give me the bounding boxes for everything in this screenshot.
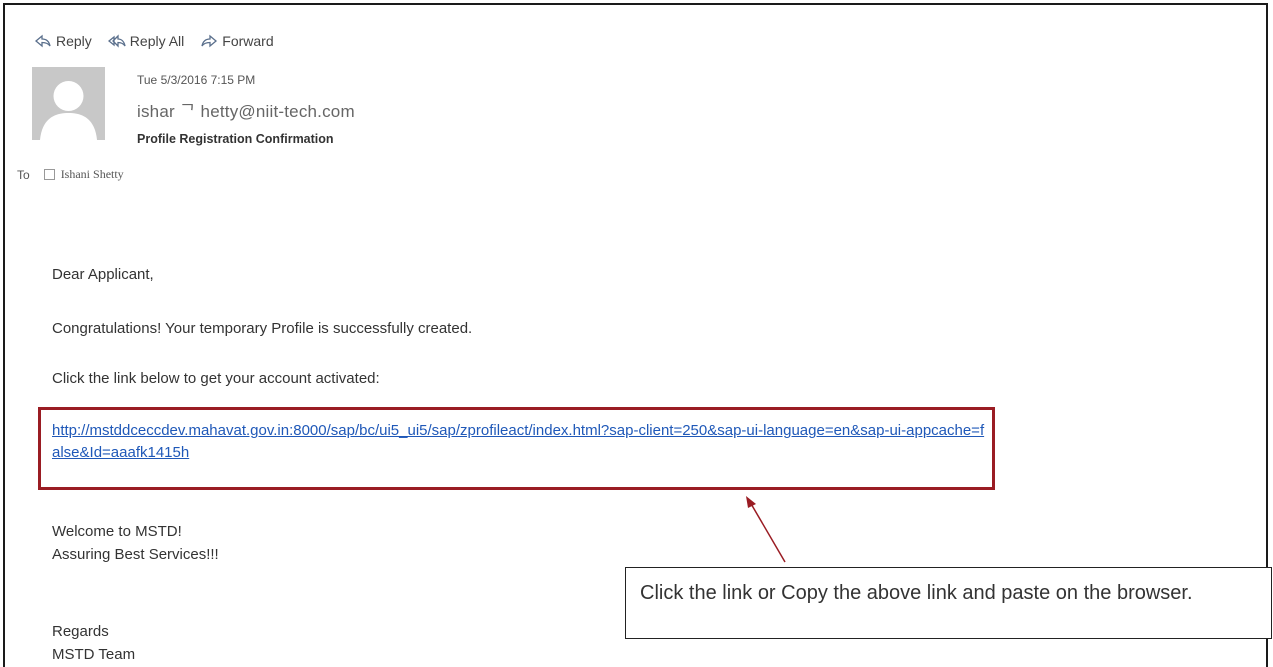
- to-label: To: [17, 167, 30, 182]
- greeting-text: Dear Applicant,: [52, 266, 154, 283]
- forward-button[interactable]: Forward: [200, 33, 274, 49]
- reply-icon: [34, 34, 51, 48]
- reply-all-label: Reply All: [129, 33, 185, 49]
- message-actions: Reply Reply All Forward: [34, 33, 274, 49]
- activation-link[interactable]: http://mstddceccdev.mahavat.gov.in:8000/…: [52, 420, 992, 464]
- person-icon: [32, 67, 105, 140]
- recipient-line: To Ishani Shetty: [17, 167, 124, 182]
- recipient-name[interactable]: Ishani Shetty: [61, 167, 124, 182]
- congrats-text: Congratulations! Your temporary Profile …: [52, 320, 473, 337]
- forward-label: Forward: [222, 33, 274, 49]
- sender-address[interactable]: ishar ᄀ hetty@niit-tech.com: [137, 97, 355, 122]
- instruction-text: Click the link below to get your account…: [52, 370, 380, 387]
- sender-avatar: [32, 67, 105, 140]
- forward-icon: [201, 34, 218, 48]
- recipient-checkbox[interactable]: [43, 169, 55, 180]
- assuring-text: Assuring Best Services!!!: [52, 546, 219, 563]
- reply-all-button[interactable]: Reply All: [107, 33, 185, 49]
- annotation-arrow: [746, 496, 786, 563]
- instruction-callout: Click the link or Copy the above link an…: [625, 567, 1272, 639]
- welcome-text: Welcome to MSTD!: [52, 523, 182, 540]
- regards-text: Regards: [52, 623, 109, 640]
- message-date: Tue 5/3/2016 7:15 PM: [137, 73, 256, 87]
- reply-button[interactable]: Reply: [34, 33, 92, 49]
- team-text: MSTD Team: [52, 646, 136, 663]
- reply-all-icon: [107, 34, 126, 48]
- reply-label: Reply: [56, 33, 92, 49]
- message-subject: Profile Registration Confirmation: [137, 132, 334, 146]
